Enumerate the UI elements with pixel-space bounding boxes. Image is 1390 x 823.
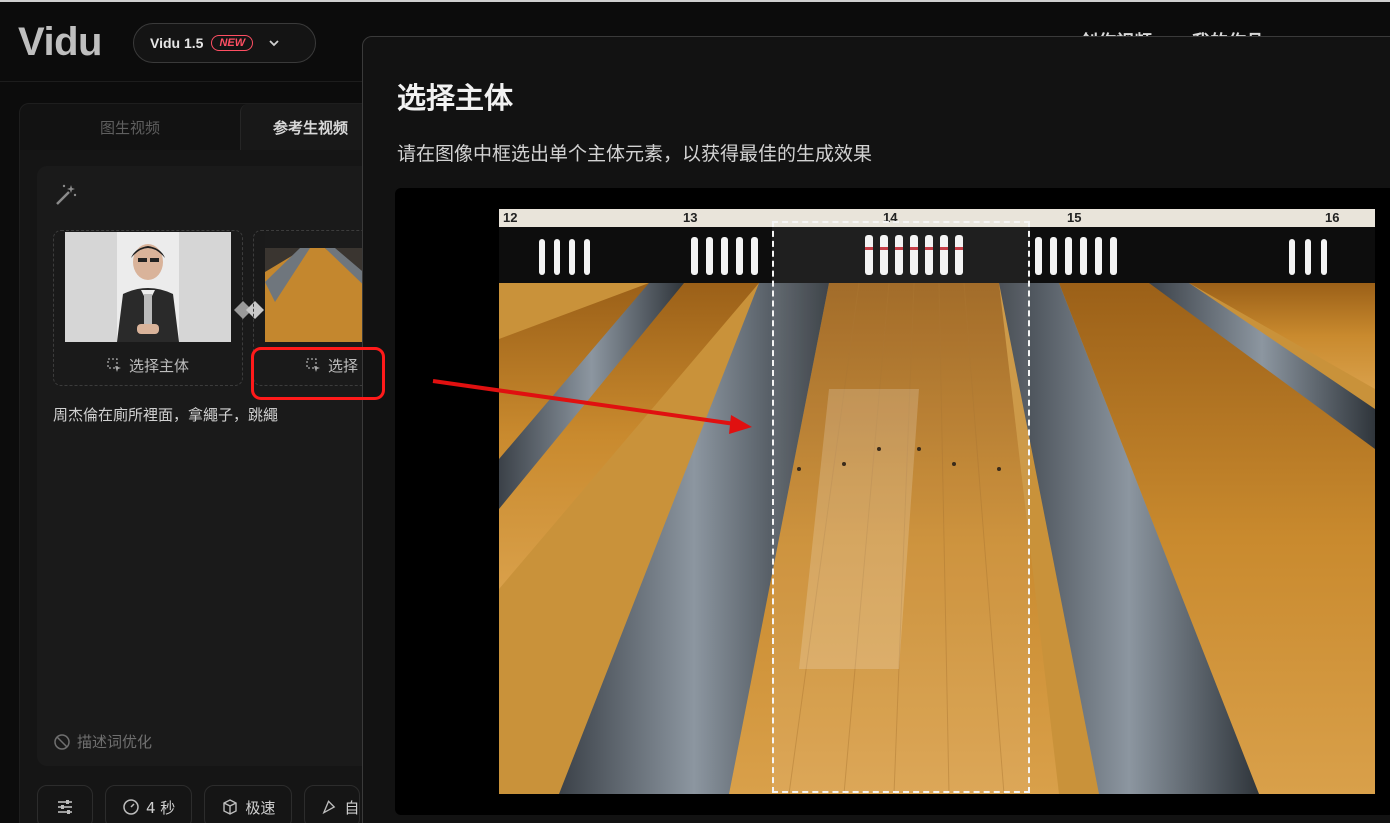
tab-image-to-video[interactable]: 图生视频 [20, 104, 240, 150]
selection-canvas[interactable]: 12 13 14 15 16 [395, 188, 1390, 815]
settings-button[interactable] [37, 785, 93, 823]
prompt-optimize-toggle[interactable]: 描述词优化 [53, 731, 152, 752]
optimize-label: 描述词优化 [77, 733, 153, 751]
select-subject-label-1: 选择主体 [128, 357, 189, 375]
lane-number-12: 12 [503, 210, 517, 225]
speed-button[interactable]: 极速 [204, 785, 293, 823]
model-name: Vidu 1.5 [150, 35, 204, 51]
speed-label: 极速 [245, 798, 276, 817]
modal-description: 请在图像中框选出单个主体元素，以获得最佳的生成效果 [397, 143, 873, 165]
paint-icon [322, 800, 336, 815]
tab-reference-to-video[interactable]: 参考生视频 [240, 104, 380, 150]
lane-number-15: 15 [1067, 210, 1081, 225]
annotation-highlight-box [251, 347, 385, 400]
model-selector[interactable]: Vidu 1.5 NEW [133, 23, 316, 63]
lane-number-13: 13 [683, 210, 697, 225]
app-root: Vidu Vidu 1.5 NEW 创作视频 我的作品 图生视频 参考生视频 [0, 0, 1390, 823]
duration-button[interactable]: 4 秒 [105, 785, 193, 823]
select-subject-button-1[interactable]: 选择主体 [54, 355, 242, 376]
magic-wand-icon[interactable] [53, 182, 79, 212]
style-button[interactable]: 自 [304, 785, 361, 823]
prompt-text[interactable]: 周杰倫在廁所裡面，拿繩子，跳繩 [53, 404, 278, 425]
subject-thumbnail-bowling [265, 232, 375, 342]
subject-slot-1[interactable]: 选择主体 [53, 230, 243, 386]
modal-title: 选择主体 [397, 81, 514, 115]
settings-chip-row: 4 秒 极速 自 [37, 785, 361, 823]
select-subject-modal: 选择主体 请在图像中框选出单个主体元素，以获得最佳的生成效果 12 13 14 … [362, 36, 1390, 823]
duration-label: 4 秒 [146, 798, 176, 817]
clock-icon [123, 799, 139, 815]
app-logo[interactable]: Vidu [18, 20, 102, 65]
disabled-icon [54, 733, 70, 750]
subject-thumbnail-person [65, 232, 231, 342]
sliders-icon [58, 800, 72, 814]
chevron-down-icon [267, 36, 281, 50]
cube-icon [223, 799, 238, 815]
style-label: 自 [344, 798, 360, 817]
lane-number-16: 16 [1325, 210, 1339, 225]
mode-tabs: 图生视频 参考生视频 [19, 103, 380, 151]
select-region-icon [107, 357, 121, 372]
selection-box[interactable] [772, 221, 1030, 793]
new-badge: NEW [211, 35, 254, 51]
